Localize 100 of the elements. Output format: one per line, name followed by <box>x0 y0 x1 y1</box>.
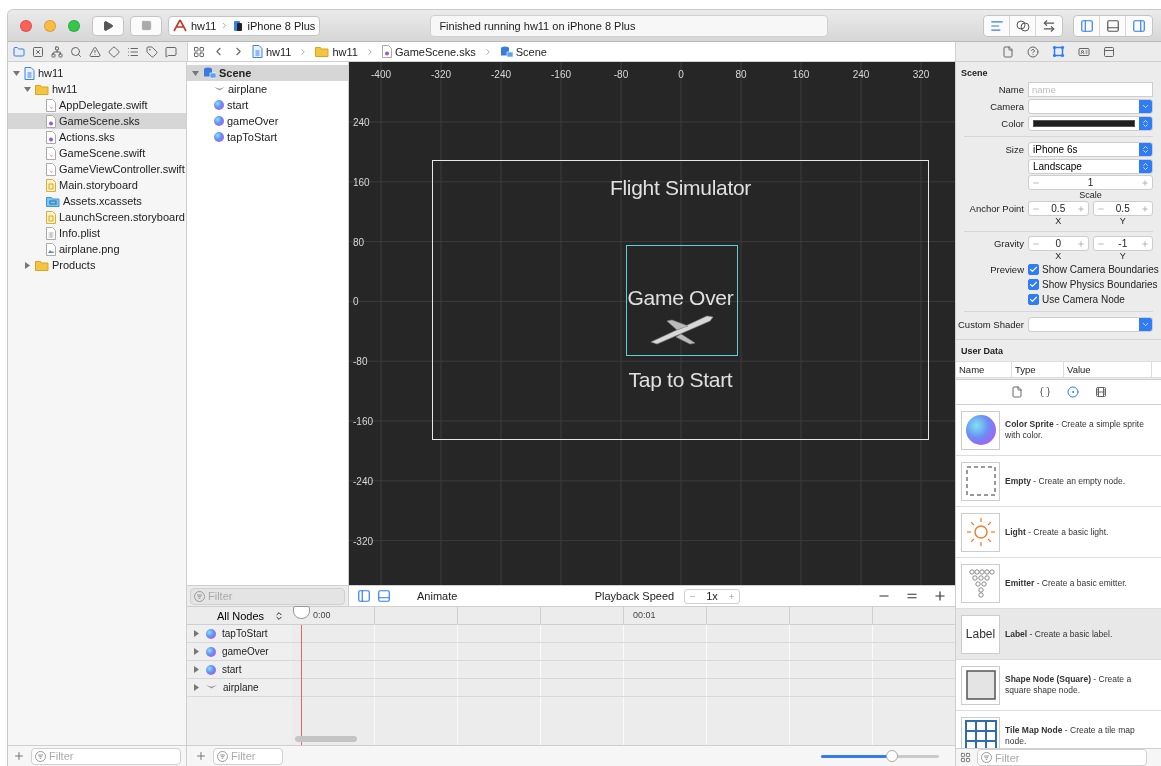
time-ruler[interactable]: 0:00 00:01 <box>292 607 955 625</box>
checkbox[interactable] <box>1028 294 1039 305</box>
code-library-tab-icon[interactable] <box>1038 386 1051 398</box>
popup-button[interactable]: Landscape <box>1028 159 1153 174</box>
tree-item[interactable]: Main.storyboard <box>8 177 186 193</box>
disclosure-triangle-icon[interactable] <box>192 69 199 77</box>
track-row[interactable]: tapToStart <box>187 625 292 643</box>
source-navigator-tab-icon[interactable] <box>32 45 44 58</box>
play-icon <box>102 19 114 32</box>
outline-toggle-icon[interactable] <box>357 589 371 603</box>
zoom-in-icon[interactable] <box>933 589 947 603</box>
object-library-tab-icon[interactable] <box>1066 386 1079 398</box>
size-inspector-tab-icon[interactable] <box>1103 45 1115 58</box>
disclosure-triangle-icon[interactable] <box>13 69 20 77</box>
breadcrumb[interactable]: GameScene.sks <box>381 45 476 58</box>
tree-item[interactable]: Products <box>8 257 186 273</box>
timeline-toggle-icon[interactable] <box>377 589 391 603</box>
disclosure-triangle-icon[interactable] <box>193 684 200 691</box>
scrollbar[interactable] <box>295 736 357 742</box>
tree-item[interactable]: Assets.xcassets <box>8 193 186 209</box>
folder-navigator-tab-icon[interactable] <box>13 45 25 58</box>
breakpoints-navigator-tab-icon[interactable] <box>146 45 158 58</box>
tree-item[interactable]: GameScene.swift <box>8 145 186 161</box>
scene-label[interactable]: Game Over <box>627 286 734 310</box>
window-control[interactable] <box>68 19 80 32</box>
help-inspector-tab-icon[interactable] <box>1027 45 1039 58</box>
tree-item[interactable]: tapToStart <box>187 129 348 145</box>
identity-inspector-tab-icon[interactable] <box>1078 45 1090 58</box>
breadcrumb[interactable]: hw11 <box>315 45 358 58</box>
scene-canvas[interactable]: -400 -320 -240 -160 -80 0 80 160 240 320 240 160 80 0 -80 -160 -240 -320 Flight Simulator Game Over Tap to Start <box>349 62 955 585</box>
tree-item[interactable]: start <box>187 97 348 113</box>
animate-button[interactable]: Animate <box>417 590 458 602</box>
add-icon[interactable] <box>195 750 207 762</box>
filter-field[interactable]: Filter <box>213 747 283 765</box>
popup-button[interactable] <box>1028 317 1153 332</box>
grid-icon[interactable] <box>193 45 205 58</box>
reports-navigator-tab-icon[interactable] <box>165 45 177 58</box>
selection-outline[interactable] <box>626 245 738 356</box>
filter-field[interactable]: Filter <box>190 587 345 605</box>
tree-item[interactable]: airplane.png <box>8 241 186 257</box>
checkbox[interactable] <box>1028 264 1039 275</box>
column-header[interactable]: Name <box>956 362 1012 377</box>
ruler-label: 160 <box>792 69 810 80</box>
stop-button[interactable] <box>130 15 162 36</box>
sks-file-icon <box>381 45 392 58</box>
tree-item[interactable]: AppDelegate.swift <box>8 97 186 113</box>
scene-label[interactable]: Flight Simulator <box>609 176 752 200</box>
ruler-label: 80 <box>735 69 747 80</box>
tree-item[interactable]: GameViewController.swift <box>8 161 186 177</box>
issues-navigator-tab-icon[interactable] <box>89 45 101 58</box>
breadcrumb[interactable]: hw11 <box>252 45 292 58</box>
file-inspector-tab-icon[interactable] <box>1002 45 1014 58</box>
panel-toggle-control[interactable] <box>1073 14 1153 37</box>
tree-item[interactable]: Scene <box>187 65 348 81</box>
filter-field[interactable]: Filter <box>31 747 181 765</box>
column-header[interactable]: Type <box>1012 362 1064 377</box>
checkbox-option[interactable]: Show Camera Boundaries <box>1028 264 1159 275</box>
popup-button[interactable] <box>1028 99 1153 114</box>
column-header[interactable]: Value <box>1064 362 1152 377</box>
tree-item[interactable]: airplane <box>187 81 348 97</box>
tree-item[interactable]: Info.plist <box>8 225 186 241</box>
disclosure-triangle-icon[interactable] <box>193 666 200 673</box>
disclosure-triangle-icon[interactable] <box>193 648 200 655</box>
disclosure-triangle-icon[interactable] <box>24 85 31 93</box>
playhead-line[interactable] <box>301 625 302 745</box>
tree-item[interactable]: hw11 <box>8 81 186 97</box>
grid-view-icon[interactable] <box>960 752 971 763</box>
debug-navigator-tab-icon[interactable] <box>127 45 139 58</box>
tree-item[interactable]: gameOver <box>187 113 348 129</box>
tests-navigator-tab-icon[interactable] <box>108 45 120 58</box>
attributes-inspector-tab-icon[interactable] <box>1052 45 1065 58</box>
disclosure-triangle-icon[interactable] <box>193 630 200 637</box>
ruler-label: -80 <box>613 69 629 80</box>
library-item[interactable]: Label Label - Create a basic label. <box>956 609 1161 660</box>
tree-item[interactable]: hw11 <box>8 65 186 81</box>
scene-label[interactable]: Tap to Start <box>628 368 733 392</box>
popup-button[interactable]: iPhone 6s <box>1028 142 1153 157</box>
symbols-navigator-tab-icon[interactable] <box>51 45 63 58</box>
run-button[interactable] <box>92 15 124 36</box>
file-library-tab-icon[interactable] <box>1010 386 1023 398</box>
color-well[interactable] <box>1028 116 1153 131</box>
disclosure-triangle-icon[interactable] <box>24 261 31 269</box>
breadcrumb[interactable]: Scene <box>499 45 547 58</box>
checkbox-option[interactable]: Show Physics Boundaries <box>1028 279 1158 290</box>
checkbox[interactable] <box>1028 279 1039 290</box>
tree-item[interactable]: LaunchScreen.storyboard <box>8 209 186 225</box>
scheme-selector[interactable]: hw11 iPhone 8 Plus <box>168 15 321 36</box>
search-navigator-tab-icon[interactable] <box>70 45 82 58</box>
add-icon[interactable] <box>13 750 25 762</box>
playback-speed-label: Playback Speed <box>594 590 675 602</box>
filter-field[interactable]: Filter <box>977 749 1147 766</box>
track-row[interactable]: gameOver <box>187 643 292 661</box>
media-library-tab-icon[interactable] <box>1094 386 1107 398</box>
tree-item[interactable]: Actions.sks <box>8 129 186 145</box>
name-field[interactable]: name <box>1028 82 1153 97</box>
checkbox-option[interactable]: Use Camera Node <box>1028 294 1125 305</box>
tree-item[interactable]: GameScene.sks <box>8 113 186 129</box>
track-row[interactable]: start <box>187 661 292 679</box>
window-control[interactable] <box>20 19 32 32</box>
editor-mode-control[interactable] <box>983 14 1063 37</box>
